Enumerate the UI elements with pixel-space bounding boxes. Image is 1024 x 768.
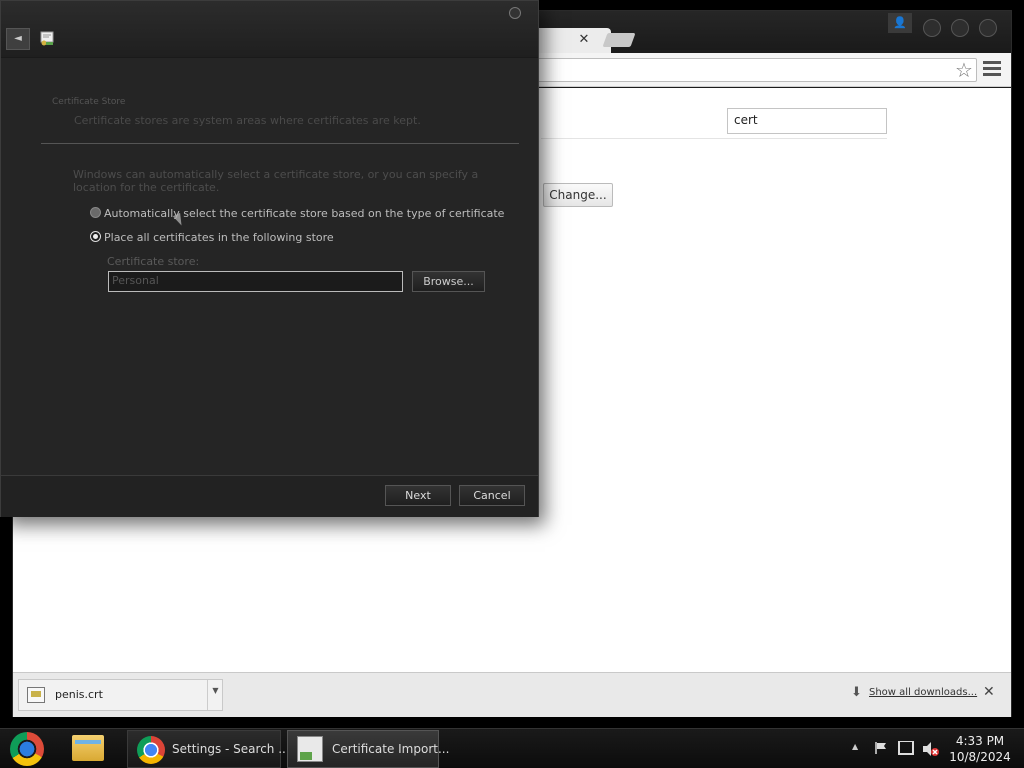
show-all-downloads-link[interactable]: Show all downloads...	[869, 687, 977, 698]
radio-button[interactable]	[90, 231, 101, 242]
chevron-up-icon[interactable]: ▲	[852, 742, 858, 751]
minimize-button[interactable]	[923, 19, 941, 37]
network-icon[interactable]	[898, 741, 914, 755]
clock-time: 4:33 PM	[955, 734, 1005, 748]
wizard-subheading: Certificate stores are system areas wher…	[74, 114, 421, 127]
action-center-flag-icon[interactable]	[874, 741, 888, 755]
wizard-body: Certificate Store Certificate stores are…	[1, 59, 538, 475]
radio-automatic-store[interactable]: Automatically select the certificate sto…	[90, 207, 504, 220]
wizard-description: Windows can automatically select a certi…	[73, 168, 479, 194]
wizard-titlebar: ◄	[1, 1, 538, 58]
certificate-store-input[interactable]: Personal	[108, 271, 403, 292]
taskbar: Settings - Search ... Certificate Import…	[0, 728, 1024, 768]
chevron-down-icon[interactable]: ▼	[207, 680, 223, 710]
divider	[41, 143, 519, 144]
wizard-heading: Certificate Store	[52, 97, 126, 107]
close-downloads-icon[interactable]: ✕	[983, 684, 995, 700]
volume-muted-icon[interactable]	[922, 741, 940, 757]
certificate-icon	[40, 31, 54, 46]
certificate-store-label: Certificate store:	[107, 255, 200, 268]
certificate-import-wizard: ◄ Certificate Store Certificate stores a…	[0, 0, 539, 517]
certificate-icon	[297, 736, 323, 762]
radio-label: Place all certificates in the following …	[104, 231, 334, 244]
chrome-icon	[137, 736, 165, 764]
certificate-file-icon	[27, 687, 45, 703]
taskbar-item-label: Certificate Import...	[332, 742, 450, 756]
maximize-button[interactable]	[951, 19, 969, 37]
taskbar-item-chrome[interactable]: Settings - Search ...	[127, 730, 290, 768]
download-arrow-icon: ⬇	[851, 685, 862, 700]
clock-date: 10/8/2024	[949, 750, 1011, 764]
tab-close-icon[interactable]: ✕	[575, 31, 593, 49]
radio-button[interactable]	[90, 207, 101, 218]
wizard-close-button[interactable]	[509, 7, 521, 19]
taskbar-item-certificate-import[interactable]: Certificate Import...	[287, 730, 449, 768]
close-window-button[interactable]	[979, 19, 997, 37]
address-bar[interactable]	[533, 58, 977, 82]
settings-search-input[interactable]: cert	[727, 108, 887, 134]
new-tab-button[interactable]	[602, 33, 636, 47]
radio-place-in-store[interactable]: Place all certificates in the following …	[90, 231, 334, 244]
downloads-bar: penis.crt ▼ ⬇ Show all downloads... ✕	[13, 672, 1011, 717]
back-button[interactable]: ◄	[6, 28, 30, 50]
taskbar-item-label: Settings - Search ...	[172, 742, 290, 756]
file-explorer-icon[interactable]	[72, 735, 104, 761]
radio-label: Automatically select the certificate sto…	[104, 207, 505, 220]
system-clock[interactable]: 4:33 PM 10/8/2024	[948, 733, 1012, 765]
browse-button[interactable]: Browse...	[412, 271, 485, 292]
start-button[interactable]	[10, 732, 44, 766]
change-button[interactable]: Change...	[543, 183, 613, 207]
user-icon[interactable]: 👤	[888, 13, 912, 33]
wizard-footer: Next Cancel	[1, 475, 538, 517]
star-icon[interactable]: ☆	[953, 59, 975, 81]
cancel-button[interactable]: Cancel	[459, 485, 525, 506]
download-file-name: penis.crt	[55, 688, 103, 701]
menu-icon[interactable]	[983, 61, 1001, 79]
divider	[541, 138, 887, 139]
download-item[interactable]: penis.crt ▼	[18, 679, 223, 711]
next-button[interactable]: Next	[385, 485, 451, 506]
